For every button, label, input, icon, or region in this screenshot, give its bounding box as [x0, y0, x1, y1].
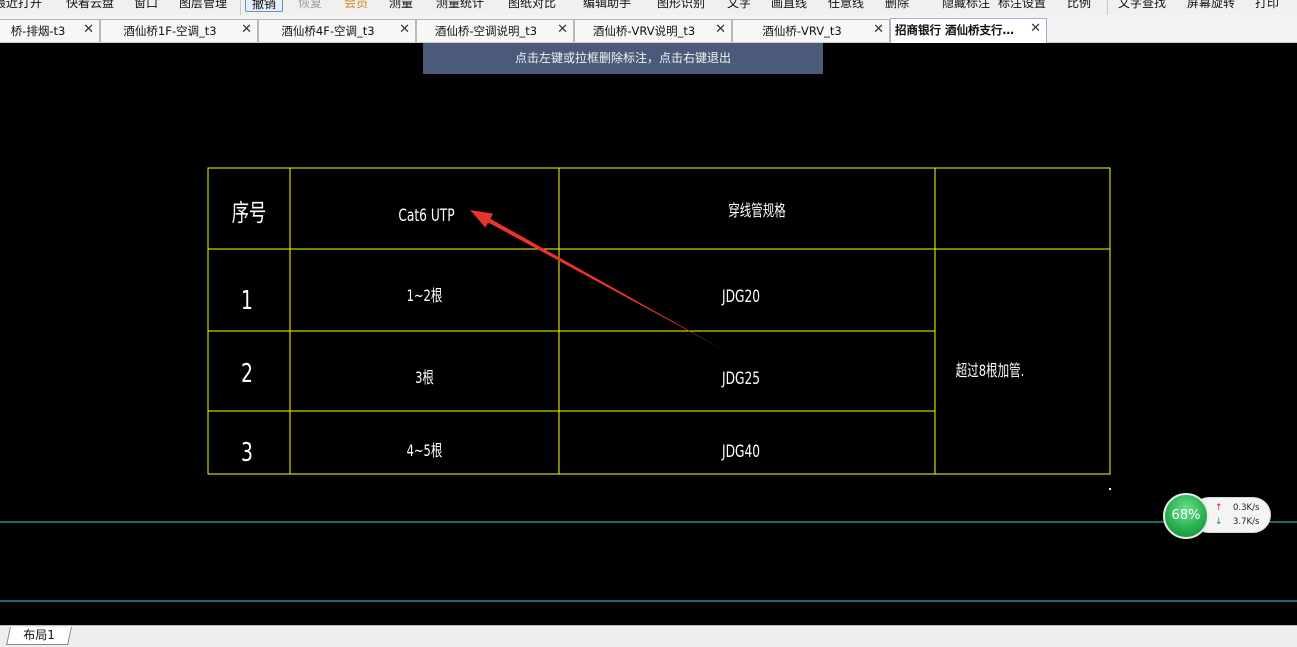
table-cell-count: 3根 [415, 369, 434, 387]
table-cell-count: 1~2根 [407, 287, 443, 305]
document-tab[interactable]: 酒仙桥-空调说明_t3 ✕ [416, 19, 574, 42]
layout-tab-label: 布局1 [23, 628, 56, 642]
network-speed-widget[interactable]: 68% ↑ 0.3K/s ↓ 3.7K/s [1163, 493, 1271, 539]
document-tab-bar: 桥-排烟-t3 ✕ 酒仙桥1F-空调_t3 ✕ 酒仙桥4F-空调_t3 ✕ 酒仙桥-空调说明… [0, 15, 1297, 43]
tab-close-icon[interactable]: ✕ [557, 22, 568, 37]
tab-label: 酒仙桥4F-空调_t3 [281, 24, 375, 38]
tab-close-icon[interactable]: ✕ [873, 22, 884, 37]
hint-banner: 点击左键或拉框删除标注，点击右键退出 [423, 43, 823, 74]
tab-close-icon[interactable]: ✕ [715, 22, 726, 37]
toolbar-button[interactable]: 比例 [1067, 0, 1091, 11]
toolbar-button[interactable]: 测量统计 [436, 0, 484, 11]
toolbar-button[interactable]: 图纸对比 [508, 0, 556, 11]
toolbar-button[interactable]: 会员 [344, 0, 368, 11]
annotation-arrow-head [470, 210, 494, 228]
table-header-cell: 序号 [232, 199, 267, 227]
document-tab[interactable]: 酒仙桥-VRV_t3 ✕ [732, 19, 890, 42]
tab-close-icon[interactable]: ✕ [1030, 21, 1041, 36]
toolbar-separator [1107, 0, 1108, 15]
toolbar-button[interactable]: 文字 [727, 0, 751, 11]
toolbar-button[interactable]: 任意线 [828, 0, 864, 11]
document-tab[interactable]: 酒仙桥-VRV说明_t3 ✕ [574, 19, 732, 42]
toolbar-button[interactable]: 最近打开 [0, 0, 42, 11]
cad-point [1109, 488, 1111, 490]
document-tab[interactable]: 招商银行 酒仙桥支行… ✕ [890, 18, 1047, 43]
upload-arrow-icon: ↑ [1215, 503, 1223, 513]
toolbar-button[interactable]: 撤销 [245, 0, 284, 12]
table-border [207, 167, 1111, 475]
toolbar-button[interactable]: 图层管理 [179, 0, 227, 11]
table-cell-index: 2 [241, 359, 253, 389]
table-note: 超过8根加管. [956, 362, 1025, 380]
download-rate: 3.7K/s [1233, 517, 1260, 527]
toolbar-button[interactable]: 画直线 [771, 0, 807, 11]
tab-close-icon[interactable]: ✕ [241, 22, 252, 37]
tab-label: 酒仙桥1F-空调_t3 [123, 24, 217, 38]
table-header-cell: Cat6 UTP [398, 206, 454, 226]
tab-label: 桥-排烟-t3 [10, 24, 66, 38]
tab-label: 酒仙桥-空调说明_t3 [434, 24, 538, 38]
toolbar-button[interactable]: 图形识别 [657, 0, 705, 11]
document-tab[interactable]: 酒仙桥4F-空调_t3 ✕ [258, 19, 416, 42]
upload-rate: 0.3K/s [1233, 503, 1260, 513]
drawing-canvas[interactable]: 序号 Cat6 UTP 穿线管规格 1 1~2根 JDG20 2 3根 JDG25 3 4~5根 JD… [0, 43, 1297, 625]
table-cell-count: 4~5根 [407, 442, 443, 460]
table-cell-spec: JDG20 [721, 287, 760, 307]
download-arrow-icon: ↓ [1215, 517, 1223, 527]
tab-label: 招商银行 酒仙桥支行… [895, 23, 1015, 37]
document-tab[interactable]: 桥-排烟-t3 ✕ [0, 19, 100, 42]
main-toolbar: 最近打开 快看云盘 窗口 图层管理 撤销 恢复 会员 测量 测量统计 图纸对比 编辑助手 图形识别 文字… [0, 0, 1297, 15]
memory-usage-indicator[interactable]: 68% [1163, 493, 1209, 539]
toolbar-button[interactable]: 快看云盘 [66, 0, 114, 11]
toolbar-button[interactable]: 窗口 [134, 0, 158, 11]
table-header-cell: 穿线管规格 [728, 202, 786, 220]
table-cell-index: 3 [241, 438, 253, 468]
layout-tab[interactable]: 布局1 [6, 627, 72, 645]
tab-label: 酒仙桥-VRV说明_t3 [592, 24, 696, 38]
table-cell-spec: JDG25 [721, 369, 760, 389]
annotation-arrow-shaft [484, 216, 722, 349]
table-cell-spec: JDG40 [721, 442, 760, 462]
toolbar-separator [240, 0, 241, 15]
toolbar-button[interactable]: 编辑助手 [583, 0, 631, 11]
toolbar-button[interactable]: 恢复 [298, 0, 322, 11]
toolbar-button[interactable]: 屏幕旋转 [1187, 0, 1235, 11]
tab-label: 酒仙桥-VRV_t3 [762, 24, 842, 38]
document-tab[interactable]: 酒仙桥1F-空调_t3 ✕ [100, 19, 258, 42]
table-cell-index: 1 [241, 286, 253, 316]
layout-tab-bar: 布局1 [0, 625, 1297, 647]
cad-drawing[interactable]: 序号 Cat6 UTP 穿线管规格 1 1~2根 JDG20 2 3根 JDG25 3 4~5根 JD… [0, 43, 1297, 625]
toolbar-button[interactable]: 隐藏标注 [942, 0, 990, 11]
toolbar-button[interactable]: 标注设置 [998, 0, 1046, 11]
tab-close-icon[interactable]: ✕ [83, 22, 94, 37]
toolbar-button[interactable]: 文字查找 [1118, 0, 1166, 11]
toolbar-button[interactable]: 删除 [885, 0, 909, 11]
toolbar-button[interactable]: 测量 [389, 0, 413, 11]
toolbar-button[interactable]: 打印 [1255, 0, 1279, 11]
tab-close-icon[interactable]: ✕ [399, 22, 410, 37]
